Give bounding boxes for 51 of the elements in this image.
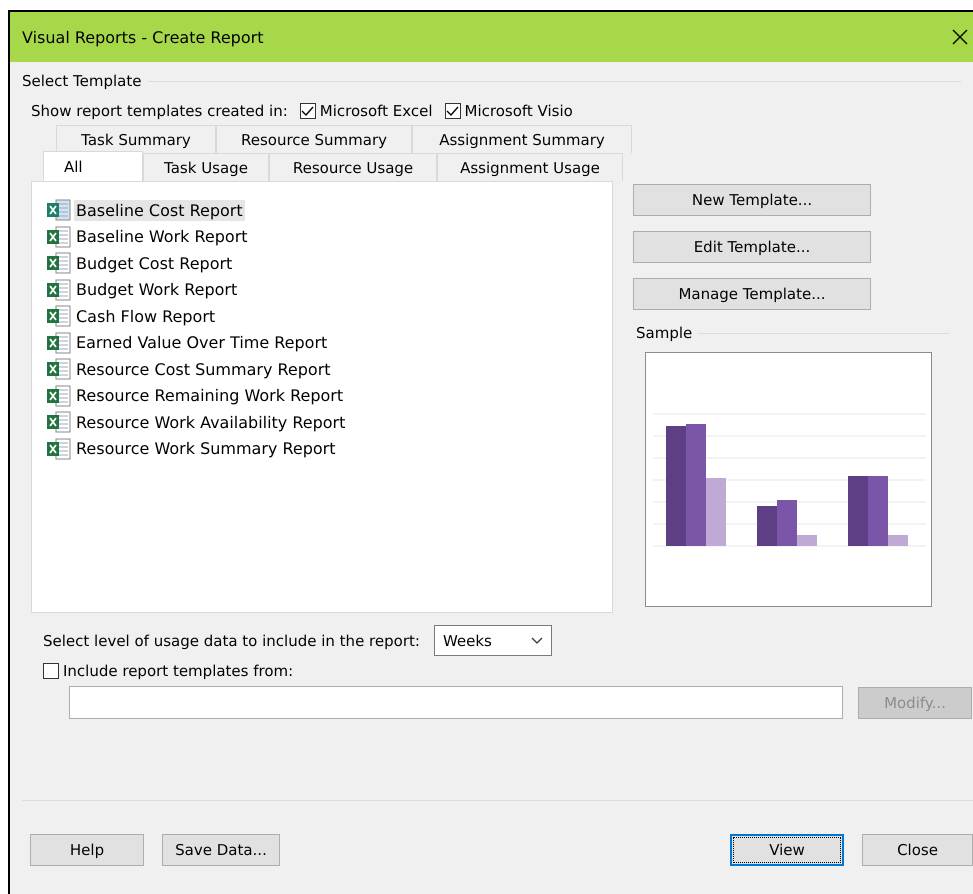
spreadsheet-icon	[46, 199, 72, 222]
spreadsheet-icon	[46, 384, 72, 407]
window-title: Visual Reports - Create Report	[22, 28, 264, 46]
chart-bar	[757, 506, 777, 546]
spreadsheet-icon	[46, 358, 72, 380]
template-item[interactable]: Resource Work Availability Report	[74, 412, 348, 433]
checkbox-label: Microsoft Visio	[464, 102, 573, 120]
spreadsheet-icon	[46, 438, 72, 460]
tab[interactable]: Task Summary	[56, 125, 216, 153]
template-button[interactable]: New Template...	[633, 184, 871, 216]
tab[interactable]: Task Usage	[143, 153, 269, 181]
tab[interactable]: All	[43, 151, 143, 181]
footer-button[interactable]: Close	[862, 834, 973, 866]
template-item[interactable]: Resource Remaining Work Report	[74, 385, 346, 406]
templates-path-field[interactable]	[69, 686, 843, 719]
template-item[interactable]: Cash Flow Report	[74, 306, 218, 327]
spreadsheet-icon	[46, 278, 72, 301]
footer-button[interactable]: Save Data...	[162, 834, 280, 866]
sample-title: Sample	[636, 324, 692, 342]
spreadsheet-icon	[46, 305, 72, 328]
template-item[interactable]: Budget Work Report	[74, 279, 240, 300]
spreadsheet-icon	[46, 332, 72, 354]
checkbox-label: Microsoft Excel	[320, 102, 433, 120]
include-label: Include report templates from:	[63, 662, 294, 680]
checkbox[interactable]	[300, 103, 316, 119]
show-templates-label: Show report templates created in:	[31, 102, 288, 120]
template-item[interactable]: Resource Work Summary Report	[74, 438, 338, 460]
template-item[interactable]: Budget Cost Report	[74, 252, 234, 274]
chart-bar	[848, 476, 868, 546]
checkbox[interactable]	[444, 103, 461, 119]
tab[interactable]: Resource Summary	[216, 125, 412, 153]
footer-button[interactable]: Help	[30, 834, 144, 866]
chevron-down-icon	[530, 636, 543, 644]
template-button[interactable]: Manage Template...	[633, 278, 871, 310]
spreadsheet-icon	[46, 411, 72, 434]
tab[interactable]: Assignment Usage	[437, 153, 623, 181]
tab[interactable]: Assignment Summary	[412, 125, 632, 153]
template-item[interactable]: Resource Cost Summary Report	[74, 358, 333, 380]
close-icon[interactable]	[951, 28, 969, 46]
template-item[interactable]: Earned Value Over Time Report	[74, 332, 330, 354]
group-title: Select Template	[22, 72, 142, 90]
spreadsheet-icon	[46, 226, 72, 248]
template-button[interactable]: Edit Template...	[633, 231, 871, 263]
template-item[interactable]: Baseline Cost Report	[74, 200, 245, 221]
footer-button[interactable]: View	[730, 834, 844, 866]
template-item[interactable]: Baseline Work Report	[74, 226, 250, 248]
usage-level-dropdown[interactable]: Weeks	[434, 625, 552, 656]
tab[interactable]: Resource Usage	[269, 153, 437, 181]
include-checkbox[interactable]	[43, 663, 59, 679]
spreadsheet-icon	[46, 252, 72, 274]
usage-level-label: Select level of usage data to include in the report:	[43, 632, 420, 650]
